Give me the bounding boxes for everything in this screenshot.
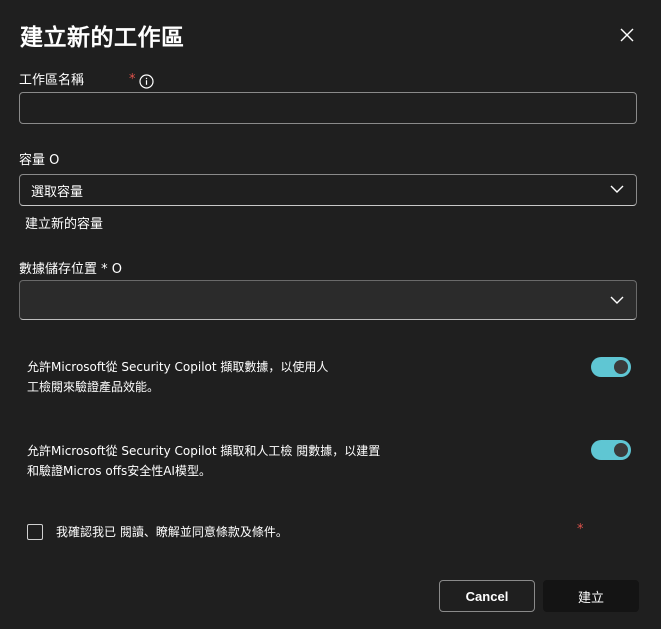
terms-checkbox[interactable]: [27, 524, 43, 540]
create-capacity-link[interactable]: 建立新的容量: [25, 213, 103, 232]
data-storage-select[interactable]: [19, 280, 637, 320]
product-performance-toggle[interactable]: [591, 357, 631, 377]
toggle-knob: [614, 360, 628, 374]
chevron-down-icon: [610, 296, 624, 304]
data-storage-label: 數據儲存位置 * O: [19, 262, 122, 277]
create-button[interactable]: 建立: [543, 580, 639, 612]
workspace-name-input[interactable]: [19, 92, 637, 124]
ai-model-toggle[interactable]: [591, 440, 631, 460]
capacity-selected-value: 選取容量: [31, 185, 84, 200]
dialog-title: 建立新的工作區: [20, 25, 185, 51]
required-mark: *: [129, 72, 136, 87]
capacity-select[interactable]: 選取容量: [19, 174, 637, 206]
toggle2-text: 允許Microsoft從 Security Copilot 擷取和人工檢 閱數據…: [27, 444, 381, 478]
close-icon[interactable]: [619, 27, 635, 43]
workspace-name-label: 工作區名稱: [19, 73, 85, 88]
capacity-label: 容量 O: [19, 153, 60, 168]
chevron-down-icon: [610, 185, 624, 193]
terms-label: 我確認我已 閱讀、瞭解並同意條款及條件。: [56, 525, 288, 539]
info-icon[interactable]: [139, 74, 154, 89]
required-mark: *: [577, 522, 584, 537]
cancel-button[interactable]: Cancel: [439, 580, 535, 612]
toggle1-text: 允許Microsoft從 Security Copilot 擷取數據，以使用人工…: [27, 360, 329, 394]
toggle-knob: [614, 443, 628, 457]
